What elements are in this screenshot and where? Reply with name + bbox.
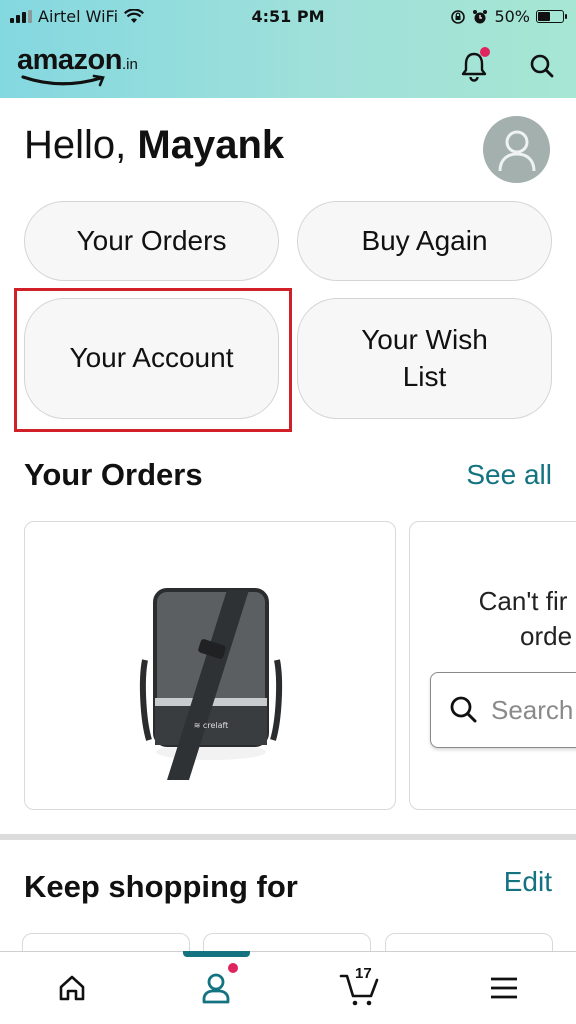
rotation-lock-icon — [451, 9, 466, 24]
nav-active-indicator — [183, 951, 250, 957]
find-order-card: Can't fir orde Search — [409, 521, 576, 810]
avatar[interactable] — [483, 116, 550, 183]
edit-link[interactable]: Edit — [504, 866, 552, 898]
battery-fill — [538, 12, 550, 21]
cart-count: 17 — [355, 965, 372, 982]
your-wish-list-label: Your Wish List — [361, 324, 488, 392]
keep-shopping-heading: Keep shopping for — [24, 869, 298, 904]
greeting: Hello, Mayank — [24, 123, 284, 168]
your-orders-heading: Your Orders — [24, 457, 203, 492]
buy-again-label: Buy Again — [361, 224, 488, 256]
amazon-logo[interactable]: amazon.in — [17, 44, 138, 90]
nav-account[interactable] — [144, 952, 288, 1024]
search-button[interactable] — [525, 48, 559, 84]
status-bar: Airtel WiFi 4:51 PM 50% — [0, 0, 576, 34]
alarm-icon — [473, 9, 488, 23]
menu-icon — [491, 977, 517, 999]
search-icon — [450, 696, 477, 723]
your-wish-list-button[interactable]: Your Wish List — [297, 298, 552, 419]
nav-home[interactable] — [0, 952, 144, 1024]
svg-text:≋ crelaft: ≋ crelaft — [194, 721, 229, 730]
see-all-link[interactable]: See all — [466, 459, 552, 491]
amazon-app: Airtel WiFi 4:51 PM 50% amazon.in Hello,… — [0, 0, 576, 1024]
battery-icon — [536, 10, 567, 23]
order-search-input[interactable]: Search — [430, 672, 576, 748]
status-right: 50% — [450, 7, 567, 26]
greeting-prefix: Hello, — [24, 123, 138, 167]
order-card[interactable]: ≋ crelaft — [24, 521, 396, 810]
notifications-button[interactable] — [457, 47, 491, 84]
your-orders-button[interactable]: Your Orders — [24, 201, 279, 281]
bottom-nav: 17 — [0, 951, 576, 1024]
battery-percent: 50% — [494, 7, 530, 26]
section-divider — [0, 834, 576, 840]
logo-tld: .in — [121, 56, 138, 73]
user-name: Mayank — [137, 123, 285, 167]
highlight-box — [14, 288, 292, 432]
order-search-placeholder: Search — [491, 694, 574, 725]
home-icon — [59, 975, 85, 1001]
account-icon — [202, 973, 230, 1004]
notification-dot — [480, 47, 490, 57]
bag-product-image: ≋ crelaft — [139, 588, 283, 780]
header: Airtel WiFi 4:51 PM 50% amazon.in — [0, 0, 576, 98]
smile-arrow-icon — [21, 74, 105, 87]
nav-menu[interactable] — [432, 952, 576, 1024]
buy-again-button[interactable]: Buy Again — [297, 201, 552, 281]
search-icon — [530, 54, 554, 78]
account-notification-dot — [228, 963, 238, 973]
your-orders-label: Your Orders — [76, 224, 227, 256]
cant-find-line1: Can't fir — [478, 586, 568, 616]
user-icon — [498, 130, 535, 171]
logo-word: amazon — [17, 44, 122, 76]
nav-cart[interactable]: 17 — [288, 952, 432, 1024]
cant-find-text: Can't fir orde — [474, 584, 572, 654]
cant-find-line2: orde — [520, 621, 573, 652]
